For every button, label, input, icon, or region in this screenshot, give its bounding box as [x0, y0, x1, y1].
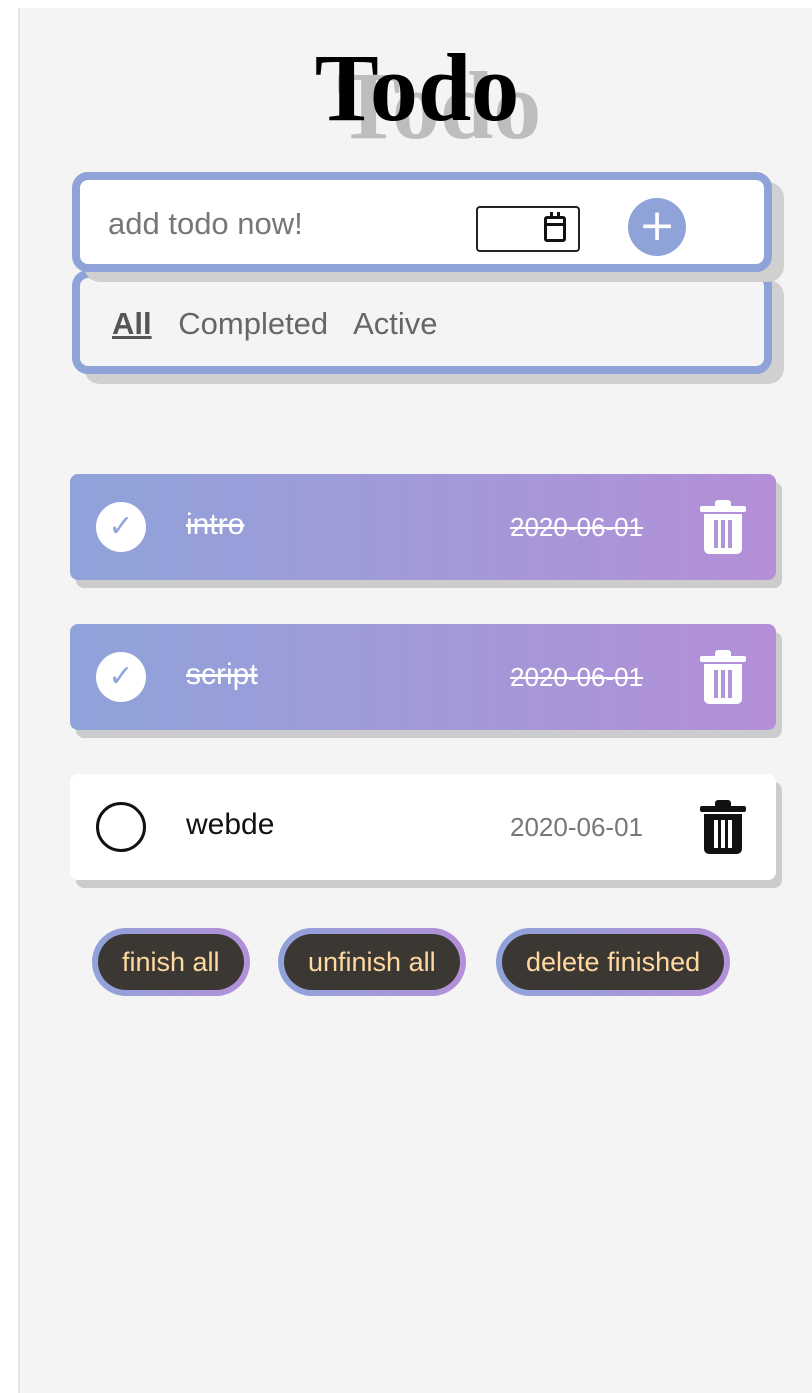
filter-panel: All Completed Active	[72, 270, 772, 374]
filter-active[interactable]: Active	[353, 306, 437, 341]
trash-icon[interactable]	[700, 800, 746, 854]
filter-tabs: All Completed Active	[112, 306, 456, 342]
unfinish-all-button-wrap: unfinish all	[278, 928, 466, 996]
page-title: Todo	[314, 34, 520, 141]
todo-item: ✓ intro 2020-06-01	[70, 474, 776, 580]
todo-item: webde 2020-06-01	[70, 774, 776, 880]
filter-all[interactable]: All	[112, 306, 152, 341]
todo-input[interactable]	[108, 202, 448, 246]
unchecked-circle-icon[interactable]	[96, 802, 146, 852]
filter-completed[interactable]: Completed	[178, 306, 328, 341]
todo-date: 2020-06-01	[510, 812, 643, 842]
finish-all-button[interactable]: finish all	[98, 934, 244, 990]
todo-name: intro	[186, 508, 245, 541]
date-picker[interactable]	[476, 206, 580, 252]
todo-app: Todo Todo + All Completed Active ✓ intro…	[18, 8, 812, 1393]
todo-item: ✓ script 2020-06-01	[70, 624, 776, 730]
todo-name: script	[186, 658, 258, 691]
delete-finished-button-wrap: delete finished	[496, 928, 731, 996]
todo-date: 2020-06-01	[510, 512, 643, 542]
calendar-icon[interactable]	[544, 212, 566, 242]
trash-icon[interactable]	[700, 500, 746, 554]
title-area: Todo Todo	[20, 34, 812, 154]
add-todo-button[interactable]: +	[628, 198, 686, 256]
todo-date: 2020-06-01	[510, 662, 643, 692]
finish-all-button-wrap: finish all	[92, 928, 250, 996]
checked-icon[interactable]: ✓	[96, 502, 146, 552]
checked-icon[interactable]: ✓	[96, 652, 146, 702]
trash-icon[interactable]	[700, 650, 746, 704]
add-todo-panel: +	[72, 172, 772, 272]
unfinish-all-button[interactable]: unfinish all	[284, 934, 460, 990]
delete-finished-button[interactable]: delete finished	[502, 934, 725, 990]
todo-name: webde	[186, 808, 275, 841]
